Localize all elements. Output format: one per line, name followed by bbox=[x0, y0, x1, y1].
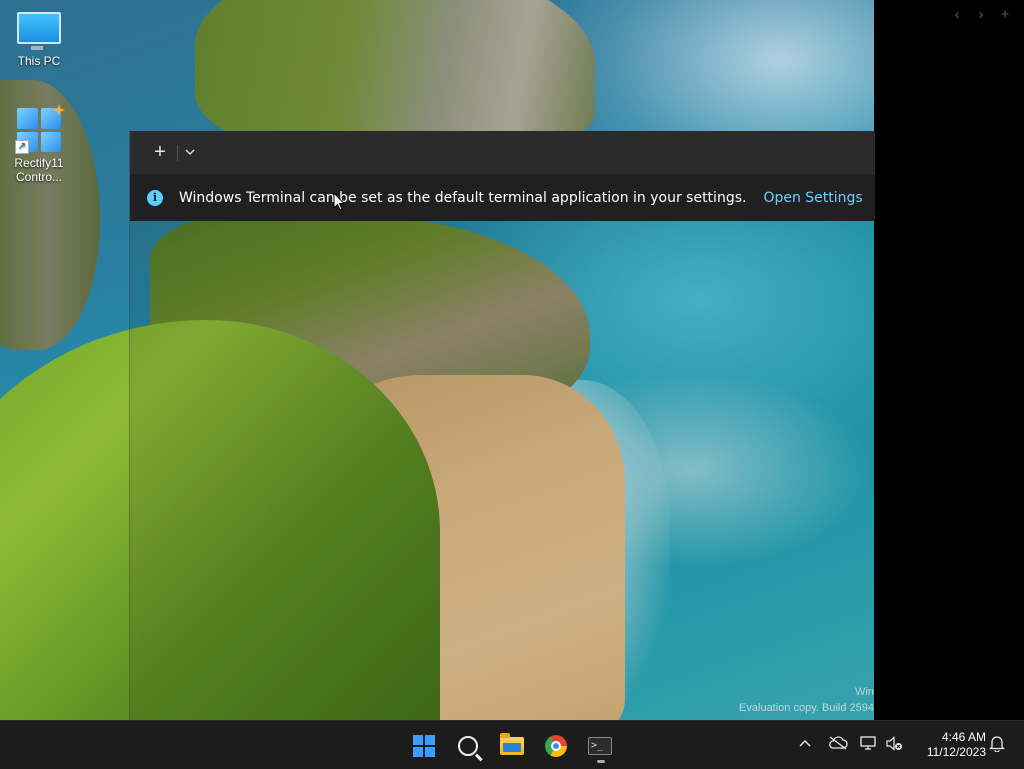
terminal-button[interactable]: >_ bbox=[583, 729, 617, 763]
open-settings-link[interactable]: Open Settings bbox=[763, 190, 862, 206]
chevron-up-icon bbox=[799, 740, 811, 747]
file-explorer-icon bbox=[500, 733, 524, 755]
volume-muted-icon bbox=[886, 736, 902, 751]
terminal-icon: >_ bbox=[588, 737, 612, 755]
network-icon bbox=[860, 736, 876, 750]
wallpaper-cliff-top bbox=[195, 0, 595, 150]
volume-button[interactable] bbox=[885, 736, 903, 754]
network-button[interactable] bbox=[860, 736, 878, 754]
start-button[interactable] bbox=[407, 729, 441, 763]
active-app-indicator bbox=[597, 760, 605, 763]
monitor-icon bbox=[17, 12, 61, 50]
show-hidden-icons-button[interactable] bbox=[799, 734, 811, 750]
search-button[interactable] bbox=[451, 729, 485, 763]
chevron-down-icon bbox=[185, 149, 195, 155]
bell-icon bbox=[988, 736, 1006, 753]
onedrive-offline-button[interactable] bbox=[828, 736, 848, 753]
notifications-button[interactable] bbox=[988, 735, 1006, 755]
chrome-button[interactable] bbox=[539, 729, 573, 763]
cloud-offline-icon bbox=[829, 736, 848, 750]
taskbar: >_ 4:46 AM 11/12/2023 bbox=[0, 720, 1024, 769]
infobar-message: Windows Terminal can be set as the defau… bbox=[179, 189, 747, 206]
clock[interactable]: 4:46 AM 11/12/2023 bbox=[914, 730, 986, 760]
right-black-pane bbox=[874, 0, 1024, 720]
default-terminal-infobar: i Windows Terminal can be set as the def… bbox=[130, 173, 875, 221]
nav-back-icon[interactable]: ‹ bbox=[950, 6, 964, 23]
search-icon bbox=[458, 736, 478, 756]
info-icon: i bbox=[147, 189, 163, 206]
titlebar-divider bbox=[177, 145, 178, 161]
tab-dropdown-button[interactable] bbox=[180, 139, 200, 165]
terminal-window[interactable]: + i Windows Terminal can be set as the d… bbox=[129, 131, 875, 720]
nav-forward-icon[interactable]: › bbox=[974, 6, 988, 23]
clock-time: 4:46 AM bbox=[941, 730, 986, 744]
new-tab-button[interactable]: + bbox=[148, 139, 172, 165]
desktop-icon-label: Rectify11 Contro... bbox=[14, 156, 64, 184]
desktop-icon-rectify11[interactable]: ↗ Rectify11 Contro... bbox=[1, 104, 77, 184]
start-icon bbox=[413, 735, 435, 757]
file-explorer-button[interactable] bbox=[495, 729, 529, 763]
desktop-icon-this-pc[interactable]: This PC bbox=[1, 12, 77, 68]
terminal-titlebar[interactable]: + bbox=[130, 131, 875, 173]
shortcut-arrow-icon: ↗ bbox=[15, 140, 29, 154]
mouse-cursor-icon bbox=[333, 192, 345, 211]
rectify11-icon: ↗ bbox=[15, 104, 65, 154]
chrome-icon bbox=[545, 735, 567, 757]
desktop-icon-label: This PC bbox=[17, 54, 61, 68]
top-right-nav: ‹ › + bbox=[950, 6, 1012, 23]
clock-date: 11/12/2023 bbox=[926, 745, 986, 759]
nav-add-icon[interactable]: + bbox=[998, 6, 1012, 23]
